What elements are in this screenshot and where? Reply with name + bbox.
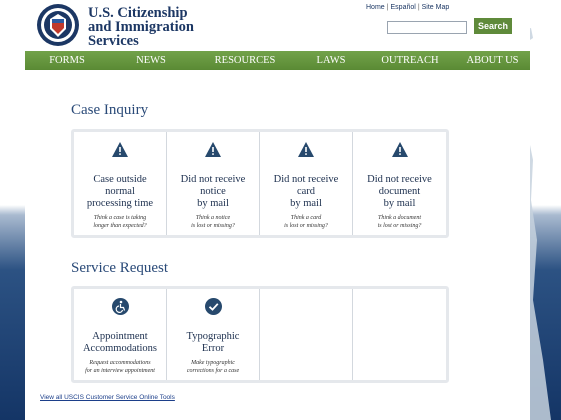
card-typographic-error[interactable]: Typographic Error Make typographic corre… <box>167 289 260 380</box>
divider: | <box>386 4 389 11</box>
card-subtitle: Make typographic corrections for a case <box>186 360 240 374</box>
card-title: Case outside normal processing time <box>86 174 154 209</box>
nav-outreach[interactable]: OUTREACH <box>365 55 455 66</box>
card-document-not-received[interactable]: Did not receive document by mail Think a… <box>353 132 446 235</box>
search-input[interactable] <box>387 21 467 34</box>
nav-laws[interactable]: LAWS <box>297 55 365 66</box>
card-subtitle: Request accommodations for an interview … <box>85 360 155 374</box>
card-subtitle: Think a card is lost or missing? <box>284 215 328 229</box>
nav-news[interactable]: NEWS <box>109 55 193 66</box>
service-request-cards: Appointment Accommodations Request accom… <box>71 286 449 383</box>
utility-links: Home | Español | Site Map <box>366 4 466 11</box>
agency-name[interactable]: U.S. Citizenship and Immigration Service… <box>88 5 248 49</box>
card-subtitle: Think a notice is lost or missing? <box>191 215 235 229</box>
warning-icon <box>205 142 221 157</box>
empty-card-slot <box>353 289 446 380</box>
card-appointment-accommodations[interactable]: Appointment Accommodations Request accom… <box>74 289 167 380</box>
card-title: Appointment Accommodations <box>82 331 158 354</box>
site-map-link[interactable]: Site Map <box>422 4 450 11</box>
card-card-not-received[interactable]: Did not receive card by mail Think a car… <box>260 132 353 235</box>
card-subtitle: Think a case is taking longer than expec… <box>93 215 147 229</box>
nav-forms[interactable]: FORMS <box>25 55 109 66</box>
agency-name-line: Services <box>88 33 139 49</box>
empty-card-slot <box>260 289 353 380</box>
wheelchair-icon <box>111 298 129 315</box>
warning-icon <box>112 142 128 157</box>
card-title: Typographic Error <box>186 331 240 354</box>
card-title: Did not receive card by mail <box>273 174 339 209</box>
case-inquiry-cards: Case outside normal processing time Thin… <box>71 129 449 238</box>
view-all-tools-link[interactable]: View all USCIS Customer Service Online T… <box>40 394 175 401</box>
card-title: Did not receive notice by mail <box>180 174 246 209</box>
main-nav: FORMS NEWS RESOURCES LAWS OUTREACH ABOUT… <box>25 51 530 70</box>
dhs-seal-logo[interactable] <box>36 3 80 47</box>
agency-name-line: U.S. Citizenship <box>88 5 188 21</box>
nav-about-us[interactable]: ABOUT US <box>455 55 530 66</box>
card-case-outside-processing-time[interactable]: Case outside normal processing time Thin… <box>74 132 167 235</box>
home-link[interactable]: Home <box>366 4 385 11</box>
warning-icon <box>391 142 408 157</box>
divider: | <box>417 4 420 11</box>
warning-icon <box>298 142 314 157</box>
checkmark-icon <box>204 298 222 315</box>
card-notice-not-received[interactable]: Did not receive notice by mail Think a n… <box>167 132 260 235</box>
card-title: Did not receive document by mail <box>367 174 432 209</box>
nav-resources[interactable]: RESOURCES <box>193 55 297 66</box>
agency-name-line: and Immigration <box>88 19 194 35</box>
espanol-link[interactable]: Español <box>391 4 416 11</box>
case-inquiry-heading: Case Inquiry <box>71 102 149 118</box>
service-request-heading: Service Request <box>71 260 169 276</box>
search-button[interactable]: Search <box>474 18 512 34</box>
card-subtitle: Think a document is lost or missing? <box>377 215 422 229</box>
